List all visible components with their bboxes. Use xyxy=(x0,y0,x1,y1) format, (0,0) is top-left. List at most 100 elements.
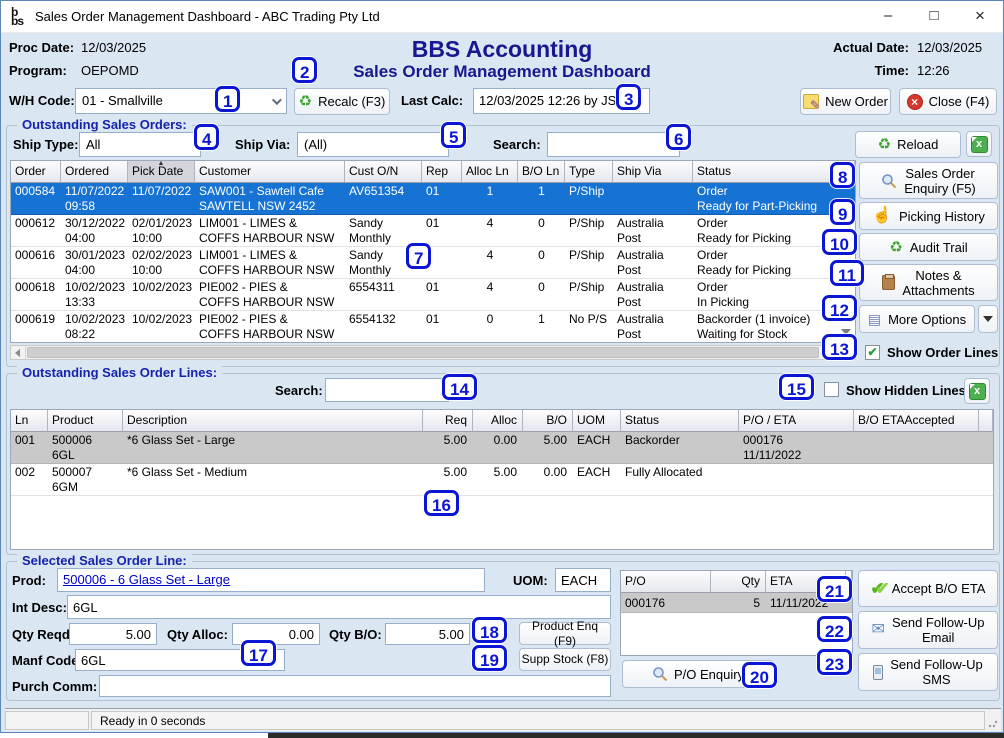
callout-badge-16: 16 xyxy=(424,490,459,516)
scrollbar-thumb[interactable] xyxy=(27,347,819,358)
show-order-lines-checkbox[interactable]: ✔ xyxy=(865,344,880,362)
callout-badge-12: 12 xyxy=(822,295,857,321)
col-ln[interactable]: Ln xyxy=(11,410,48,432)
col-pick-date[interactable]: ▲Pick Date xyxy=(128,161,195,183)
col-filler xyxy=(979,410,993,432)
col-description[interactable]: Description xyxy=(123,410,423,432)
sales-order-enquiry-button[interactable]: Sales OrderEnquiry (F5) xyxy=(859,162,998,199)
qty-bo-label: Qty B/O: xyxy=(329,627,382,642)
product-link[interactable]: 500006 - 6 Glass Set - Large xyxy=(63,572,230,587)
order-row-000616[interactable]: 000616 30/01/202304:00 02/02/202310:00 L… xyxy=(11,247,855,279)
order-row-000618[interactable]: 000618 10/02/202313:33 10/02/2023 PIE002… xyxy=(11,279,855,311)
minimize-button[interactable]: – xyxy=(865,1,911,33)
supp-stock-button[interactable]: Supp Stock (F8) xyxy=(519,648,611,671)
ship-via-label: Ship Via: xyxy=(235,137,290,152)
picking-history-button[interactable]: ☝ Picking History xyxy=(859,202,998,230)
notes-label-1: Notes & xyxy=(915,268,961,283)
col-po-number[interactable]: P/O xyxy=(621,571,711,593)
wh-code-value: 01 - Smallville xyxy=(82,93,163,108)
col-ship-via[interactable]: Ship Via xyxy=(613,161,693,183)
callout-badge-2: 2 xyxy=(292,57,317,83)
more-options-dropdown-button[interactable] xyxy=(978,305,998,333)
resize-grip[interactable] xyxy=(988,718,998,728)
line-row-002[interactable]: 002 5000076GM *6 Glass Set - Medium 5.00… xyxy=(11,464,993,496)
window-title: Sales Order Management Dashboard - ABC T… xyxy=(35,9,380,24)
send-followup-sms-button[interactable]: Send Follow-UpSMS xyxy=(858,653,998,691)
status-bar: Ready in 0 seconds xyxy=(5,708,1001,731)
recalc-button[interactable]: ♻ Recalc (F3) xyxy=(294,88,390,115)
qty-bo-field: 5.00 xyxy=(385,623,470,645)
callout-badge-20: 20 xyxy=(742,662,777,688)
sms-label-2: SMS xyxy=(922,672,950,687)
notes-label-2: Attachments xyxy=(902,283,974,298)
col-type[interactable]: Type xyxy=(565,161,613,183)
actual-date-label: Actual Date: xyxy=(817,40,909,55)
application-window: bbs Sales Order Management Dashboard - A… xyxy=(0,0,1004,738)
lines-export-excel-button[interactable]: x xyxy=(964,378,990,404)
col-rep[interactable]: Rep xyxy=(422,161,462,183)
lines-grid-header: Ln Product Description Req Alloc B/O UOM… xyxy=(11,410,993,432)
col-order[interactable]: Order xyxy=(11,161,61,183)
purch-comm-field xyxy=(99,675,611,697)
more-options-label: More Options xyxy=(888,312,966,327)
close-button[interactable]: × Close (F4) xyxy=(899,88,997,115)
line-row-001[interactable]: 001 5000066GL *6 Glass Set - Large 5.00 … xyxy=(11,432,993,464)
callout-badge-23: 23 xyxy=(817,649,852,675)
product-enq-button[interactable]: Product Enq (F9) xyxy=(519,622,611,645)
prod-field: 500006 - 6 Glass Set - Large xyxy=(57,568,485,592)
audit-trail-button[interactable]: ♻ Audit Trail xyxy=(859,233,998,261)
col-bo-eta-accepted[interactable]: B/O ETAAccepted xyxy=(854,410,979,432)
recycle-icon: ♻ xyxy=(299,94,312,109)
chevron-down-icon xyxy=(983,316,993,322)
time-label: Time: xyxy=(817,63,909,78)
callout-badge-17: 17 xyxy=(241,640,276,666)
more-options-button[interactable]: ▤ More Options xyxy=(859,305,975,333)
show-hidden-lines-checkbox[interactable] xyxy=(824,381,839,399)
col-cust-on[interactable]: Cust O/N xyxy=(345,161,422,183)
ship-type-combobox[interactable]: All xyxy=(79,132,201,157)
reload-button[interactable]: ♻ Reload xyxy=(855,131,961,158)
wh-code-combobox[interactable]: 01 - Smallville xyxy=(75,88,287,114)
qty-reqd-label: Qty Reqd: xyxy=(12,627,74,642)
accept-bo-eta-button[interactable]: ✔ Accept B/O ETA xyxy=(858,570,998,607)
send-followup-email-button[interactable]: ✉ Send Follow-UpEmail xyxy=(858,611,998,649)
checkbox-checked-icon: ✔ xyxy=(865,345,880,360)
col-bo-ln[interactable]: B/O Ln xyxy=(518,161,565,183)
orders-search-input[interactable] xyxy=(547,132,680,157)
order-row-000584[interactable]: 000584 11/07/202209:58 11/07/2022 SAW001… xyxy=(11,183,855,215)
order-row-000612[interactable]: 000612 30/12/202204:00 02/01/202310:00 L… xyxy=(11,215,855,247)
col-line-status[interactable]: Status xyxy=(621,410,739,432)
lines-search-input[interactable] xyxy=(325,378,449,402)
lines-grid: Ln Product Description Req Alloc B/O UOM… xyxy=(10,409,994,550)
new-order-button[interactable]: ✎ New Order xyxy=(800,88,891,115)
close-window-button[interactable]: × xyxy=(957,1,1003,33)
double-check-icon: ✔ xyxy=(871,581,885,597)
maximize-button[interactable]: □ xyxy=(911,1,957,33)
orders-grid-header: Order Ordered ▲Pick Date Customer Cust O… xyxy=(11,161,855,183)
col-customer[interactable]: Customer xyxy=(195,161,345,183)
col-product[interactable]: Product xyxy=(48,410,123,432)
callout-badge-19: 19 xyxy=(472,645,507,671)
col-alloc-ln[interactable]: Alloc Ln xyxy=(462,161,518,183)
recycle-icon: ♻ xyxy=(878,137,891,152)
status-left-panel xyxy=(5,711,89,730)
actual-date-value: 12/03/2025 xyxy=(917,40,995,55)
chevron-down-icon xyxy=(272,95,282,105)
wh-code-label: W/H Code: xyxy=(9,93,75,108)
soe-label-1: Sales Order xyxy=(905,166,974,181)
orders-export-excel-button[interactable]: x xyxy=(966,131,992,157)
ship-via-combobox[interactable]: (All) xyxy=(297,132,449,157)
col-req[interactable]: Req xyxy=(423,410,473,432)
order-row-000619[interactable]: 000619 10/02/202308:22 10/02/2023 PIE002… xyxy=(11,311,855,343)
col-uom[interactable]: UOM xyxy=(573,410,621,432)
orders-horizontal-scrollbar[interactable] xyxy=(10,345,856,360)
col-ordered[interactable]: Ordered xyxy=(61,161,128,183)
scroll-left-icon[interactable] xyxy=(11,346,26,359)
notes-attachments-button[interactable]: Notes &Attachments xyxy=(859,264,998,301)
col-po-eta[interactable]: P/O / ETA xyxy=(739,410,854,432)
callout-badge-22: 22 xyxy=(817,616,852,642)
col-alloc[interactable]: Alloc xyxy=(473,410,523,432)
col-bo[interactable]: B/O xyxy=(523,410,573,432)
col-po-qty[interactable]: Qty xyxy=(711,571,766,593)
int-desc-label: Int Desc: xyxy=(12,600,67,615)
